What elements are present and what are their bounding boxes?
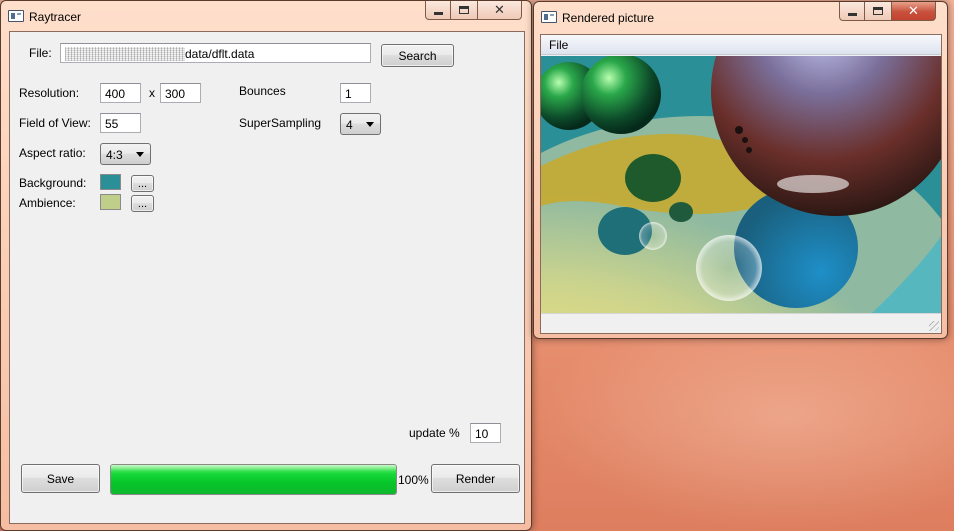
minimize-icon — [847, 12, 857, 16]
title-bar[interactable]: Raytracer ✕ — [1, 1, 531, 31]
close-icon: ✕ — [908, 3, 919, 19]
app-icon — [8, 10, 24, 22]
minimize-button[interactable] — [839, 2, 865, 21]
search-button[interactable]: Search — [381, 44, 454, 67]
ambience-label: Ambience: — [19, 196, 76, 210]
title-bar[interactable]: Rendered picture ✕ — [534, 2, 947, 32]
status-bar — [541, 313, 941, 333]
redacted-path-segment — [65, 47, 185, 61]
ambience-color-button[interactable]: ... — [131, 195, 154, 212]
resolution-height-input[interactable]: 300 — [160, 83, 201, 103]
aspect-ratio-value: 4:3 — [106, 148, 123, 162]
render-window-body: File — [540, 34, 942, 334]
supersampling-value: 4 — [346, 118, 353, 132]
maximize-button[interactable] — [865, 2, 892, 21]
window-title: Raytracer — [29, 10, 82, 24]
resolution-label: Resolution: — [19, 86, 80, 100]
supersampling-label: SuperSampling — [239, 116, 322, 130]
maximize-icon — [873, 7, 883, 15]
resize-grip-icon[interactable] — [929, 321, 939, 331]
menu-file[interactable]: File — [549, 38, 568, 52]
progress-percent-text: 100% — [398, 473, 429, 487]
progress-fill — [111, 465, 396, 494]
render-progress-bar — [110, 464, 397, 495]
rendered-scene-svg — [541, 56, 941, 314]
window-title: Rendered picture — [562, 11, 655, 25]
aspect-ratio-select[interactable]: 4:3 — [100, 143, 151, 165]
file-path-input[interactable]: data/dflt.data — [60, 43, 371, 63]
close-button[interactable]: ✕ — [478, 1, 522, 20]
rendered-scene-image — [541, 56, 941, 314]
field-of-view-label: Field of View: — [19, 116, 91, 130]
minimize-button[interactable] — [425, 1, 451, 20]
aspect-ratio-label: Aspect ratio: — [19, 146, 86, 160]
background-color-button[interactable]: ... — [131, 175, 154, 192]
update-percent-input[interactable]: 10 — [470, 423, 501, 443]
bounces-input[interactable]: 1 — [340, 83, 371, 103]
close-icon: ✕ — [494, 2, 505, 18]
maximize-button[interactable] — [451, 1, 478, 20]
app-icon — [541, 11, 557, 23]
render-button[interactable]: Render — [431, 464, 520, 493]
window-controls: ✕ — [425, 1, 522, 20]
settings-panel: File: data/dflt.data Search Resolution: … — [9, 31, 525, 524]
file-path-text: data/dflt.data — [185, 47, 255, 61]
chevron-down-icon — [366, 122, 374, 127]
rendered-picture-window: Rendered picture ✕ File — [533, 1, 948, 339]
field-of-view-input[interactable]: 55 — [100, 113, 141, 133]
background-color-swatch[interactable] — [100, 174, 121, 190]
background-label: Background: — [19, 176, 87, 190]
update-percent-label: update % — [409, 426, 460, 440]
menu-bar: File — [541, 35, 941, 55]
window-controls: ✕ — [839, 2, 936, 21]
bounces-label: Bounces — [239, 84, 286, 98]
ambience-color-swatch[interactable] — [100, 194, 121, 210]
file-label: File: — [29, 46, 52, 60]
resolution-separator: x — [149, 86, 155, 100]
raytracer-window: Raytracer ✕ File: data/dflt.data Search … — [0, 0, 532, 531]
supersampling-select[interactable]: 4 — [340, 113, 381, 135]
save-button[interactable]: Save — [21, 464, 100, 493]
maximize-icon — [459, 6, 469, 14]
desktop-background — [532, 340, 954, 531]
chevron-down-icon — [136, 152, 144, 157]
minimize-icon — [433, 11, 443, 15]
resolution-width-input[interactable]: 400 — [100, 83, 141, 103]
close-button[interactable]: ✕ — [892, 2, 936, 21]
